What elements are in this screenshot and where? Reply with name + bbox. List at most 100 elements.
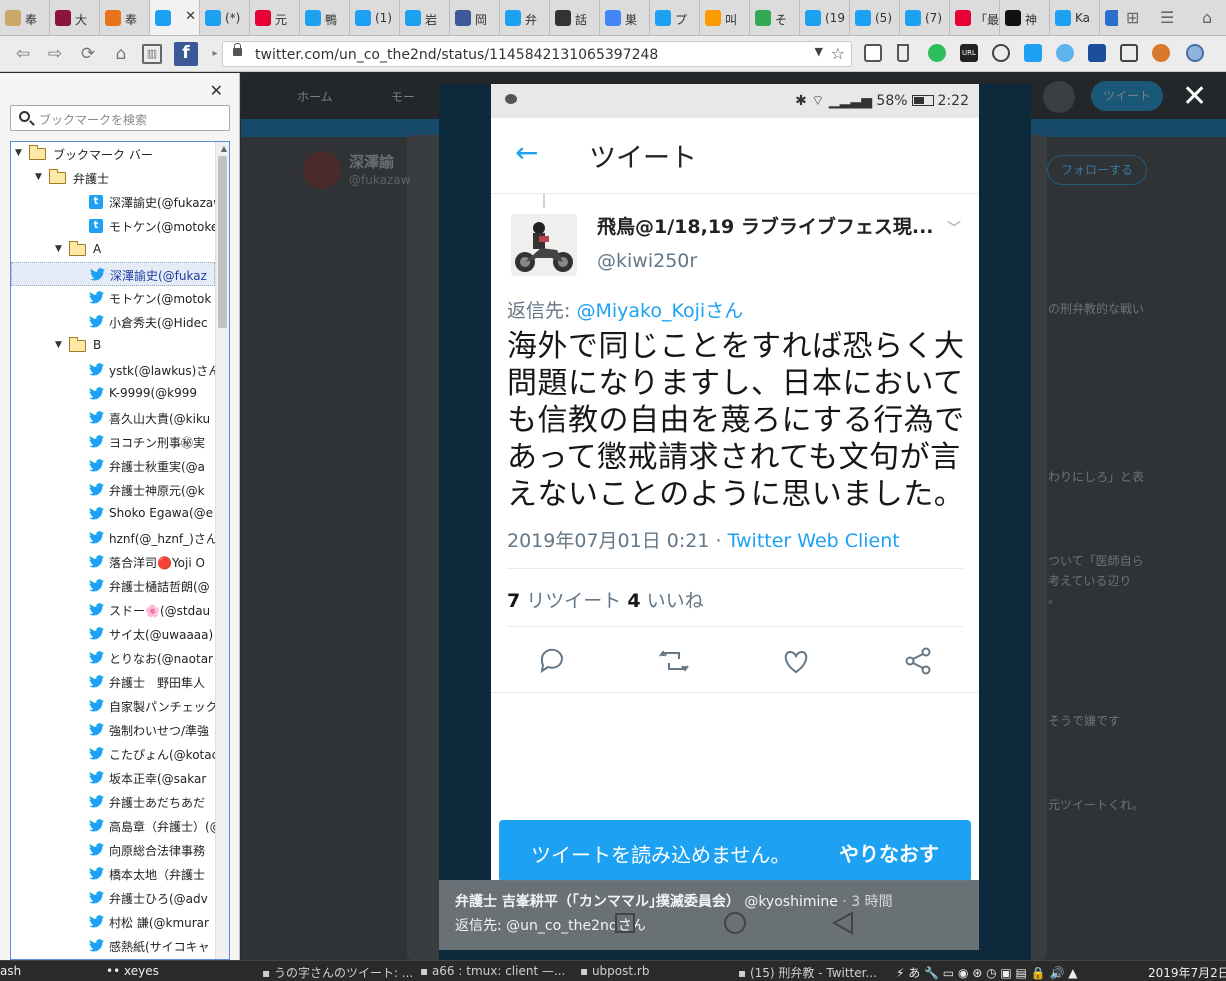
bookmark-item[interactable]: 深澤諭史(@fukaz bbox=[11, 262, 215, 286]
bookmark-item[interactable]: 感熱紙(サイコキャ bbox=[11, 934, 215, 958]
bookmark-item[interactable]: 弁護士樋詰哲朗(@ bbox=[11, 574, 215, 598]
tab-list-icon[interactable]: ☰ bbox=[1160, 8, 1174, 27]
reply-icon[interactable] bbox=[535, 644, 569, 678]
taskbar-item[interactable]: ▪ (15) 刑弁教 - Twitter... bbox=[738, 964, 877, 981]
screenshot-icon[interactable] bbox=[1120, 44, 1138, 62]
url-bar[interactable]: twitter.com/un_co_the2nd/status/11458421… bbox=[222, 41, 852, 67]
bookmark-item[interactable]: 坂本正幸(@sakar bbox=[11, 766, 215, 790]
taskbar-item[interactable]: •• xeyes bbox=[106, 964, 159, 978]
retweet-label[interactable]: リツイート bbox=[520, 590, 627, 612]
tab[interactable]: 大 bbox=[50, 0, 100, 35]
tab[interactable]: 奉 bbox=[0, 0, 50, 35]
bookmark-item[interactable]: Shoko Egawa(@e bbox=[11, 502, 215, 526]
tab[interactable]: 話 bbox=[550, 0, 600, 35]
bookmark-item[interactable]: こたぴょん(@kotac bbox=[11, 742, 215, 766]
bookmark-folder[interactable]: ▼ A bbox=[11, 238, 215, 262]
expand-triangle-icon[interactable]: ▼ bbox=[55, 340, 62, 350]
retry-button[interactable]: やりなおす bbox=[839, 838, 939, 867]
close-icon[interactable]: ✕ bbox=[210, 81, 223, 100]
bookmark-item[interactable]: とりなお(@naotar bbox=[11, 646, 215, 670]
reload-icon[interactable]: ⟳ bbox=[77, 43, 99, 65]
dropbox-icon[interactable] bbox=[1024, 44, 1042, 62]
bookmark-item[interactable]: 橋本太地（弁護士 bbox=[11, 862, 215, 886]
bookmark-folder[interactable]: ▼ B bbox=[11, 334, 215, 358]
home-link[interactable]: ホーム bbox=[297, 88, 333, 105]
shirt-icon[interactable]: ⌂ bbox=[1202, 8, 1212, 27]
bookmark-item[interactable]: 弁護士ひろ(@adv bbox=[11, 886, 215, 910]
bookmark-star-icon[interactable]: ☆ bbox=[831, 44, 845, 63]
tweet-button[interactable]: ツイート bbox=[1091, 81, 1163, 111]
tab[interactable]: ✕ bbox=[150, 0, 200, 35]
bookmark-item[interactable]: 向原総合法律事務 bbox=[11, 838, 215, 862]
bookmark-item[interactable]: 喜久山大貴(@kiku bbox=[11, 406, 215, 430]
bookmark-folder[interactable]: ▼ ブックマーク バー bbox=[11, 142, 215, 166]
close-icon[interactable]: ✕ bbox=[1182, 82, 1207, 112]
tweet-author-handle[interactable]: @kiwi250r bbox=[597, 250, 697, 272]
tab[interactable]: 鴨 bbox=[300, 0, 350, 35]
like-label[interactable]: いいね bbox=[641, 590, 704, 612]
new-tab-icon[interactable]: ⊞ bbox=[1126, 8, 1139, 27]
bookmark-item[interactable]: 自家製パンチェック bbox=[11, 694, 215, 718]
tab[interactable]: 岡 bbox=[450, 0, 500, 35]
tab[interactable]: 奉 bbox=[100, 0, 150, 35]
tab[interactable]: 巣 bbox=[600, 0, 650, 35]
follow-button[interactable]: フォローする bbox=[1047, 155, 1147, 185]
tab[interactable]: (1) bbox=[350, 0, 400, 35]
taskbar-item[interactable]: ▪ ubpost.rb bbox=[580, 964, 649, 978]
facebook-icon[interactable]: f bbox=[174, 42, 198, 66]
bookmark-item[interactable]: 弁護士 野田隼人 bbox=[11, 670, 215, 694]
bookmark-item[interactable]: サイ太(@uwaaaa) bbox=[11, 622, 215, 646]
tab[interactable]: (19 bbox=[800, 0, 850, 35]
reply-to-link[interactable]: @Miyako_Kojiさん bbox=[576, 300, 743, 322]
bookmark-item[interactable]: 高島章（弁護士）(@ bbox=[11, 814, 215, 838]
like-heart-icon[interactable] bbox=[779, 644, 813, 678]
bookmark-item[interactable]: hznf(@_hznf_)さん bbox=[11, 526, 215, 550]
like-count[interactable]: 4 bbox=[627, 590, 640, 612]
taskbar-item[interactable]: ▪ a66 : tmux: client —... bbox=[420, 964, 565, 978]
bookmark-item[interactable]: モトケン(@motok bbox=[11, 286, 215, 310]
tab[interactable]: 元 bbox=[250, 0, 300, 35]
bookmark-search-input[interactable]: ブックマークを検索 bbox=[10, 105, 230, 131]
bookmark-item[interactable]: 弁護士秋重実(@a bbox=[11, 454, 215, 478]
bookmark-item[interactable]: 弁護士あだちあだ bbox=[11, 790, 215, 814]
evernote-icon[interactable] bbox=[928, 44, 946, 62]
tab[interactable]: (7) bbox=[900, 0, 950, 35]
avatar[interactable] bbox=[511, 214, 577, 276]
bookmark-item[interactable]: 強制わいせつ/準強 bbox=[11, 718, 215, 742]
bookmark-item[interactable]: ヨコチン刑事㊙実 bbox=[11, 430, 215, 454]
system-tray-icons[interactable]: ⚡ あ 🔧 ▭ ◉ ⊛ ◷ ▣ ▤ 🔒 🔊 ▲ bbox=[896, 964, 1077, 981]
retweet-icon[interactable] bbox=[657, 644, 691, 678]
bookmark-item[interactable]: スドー🌸(@stdau bbox=[11, 598, 215, 622]
tab[interactable]: 神 bbox=[1000, 0, 1050, 35]
url-text[interactable]: twitter.com/un_co_the2nd/status/11458421… bbox=[255, 47, 658, 63]
tab[interactable]: Ka bbox=[1050, 0, 1100, 35]
reader-icon[interactable] bbox=[864, 44, 882, 62]
expand-triangle-icon[interactable]: ▼ bbox=[35, 172, 42, 182]
back-icon[interactable]: ⇦ bbox=[12, 43, 34, 65]
share-icon[interactable] bbox=[901, 644, 935, 678]
move-icon[interactable] bbox=[992, 44, 1010, 62]
tab[interactable]: (5) bbox=[850, 0, 900, 35]
taskbar-item[interactable]: ▪ うの字さんのツイート: ... bbox=[262, 964, 413, 981]
tweet-client-link[interactable]: Twitter Web Client bbox=[728, 530, 900, 552]
expand-triangle-icon[interactable]: ▼ bbox=[55, 244, 62, 254]
library-icon[interactable]: ▥ bbox=[142, 44, 162, 64]
tab[interactable]: 弁 bbox=[500, 0, 550, 35]
tab[interactable]: 叫 bbox=[700, 0, 750, 35]
bookmark-item[interactable]: K-9999(@k999 bbox=[11, 382, 215, 406]
bookmark-item[interactable]: t モトケン(@motoken_ bbox=[11, 214, 215, 238]
url-dropdown-icon[interactable]: ▼ bbox=[815, 45, 823, 58]
bookmark-folder[interactable]: ▼ 弁護士 bbox=[11, 166, 215, 190]
taskbar-clock[interactable]: 2019年7月2日 bbox=[1148, 964, 1226, 981]
bookmark-item[interactable]: ystk(@lawkus)さん bbox=[11, 358, 215, 382]
bookmark-item[interactable]: 村松 謙(@kmurar bbox=[11, 910, 215, 934]
note-icon[interactable] bbox=[1088, 44, 1106, 62]
url-shortener-icon[interactable]: URL bbox=[960, 44, 978, 62]
bookmark-item[interactable]: t 深澤諭史(@fukazawa bbox=[11, 190, 215, 214]
tab-close-icon[interactable]: ✕ bbox=[185, 9, 196, 24]
bookmark-item[interactable]: 弁護士神原元(@k bbox=[11, 478, 215, 502]
forward-icon[interactable]: ⇨ bbox=[44, 43, 66, 65]
home-icon[interactable]: ⌂ bbox=[110, 43, 132, 65]
settings-gear-icon[interactable] bbox=[1186, 44, 1204, 62]
chevron-down-icon[interactable]: ﹀ bbox=[947, 218, 961, 238]
